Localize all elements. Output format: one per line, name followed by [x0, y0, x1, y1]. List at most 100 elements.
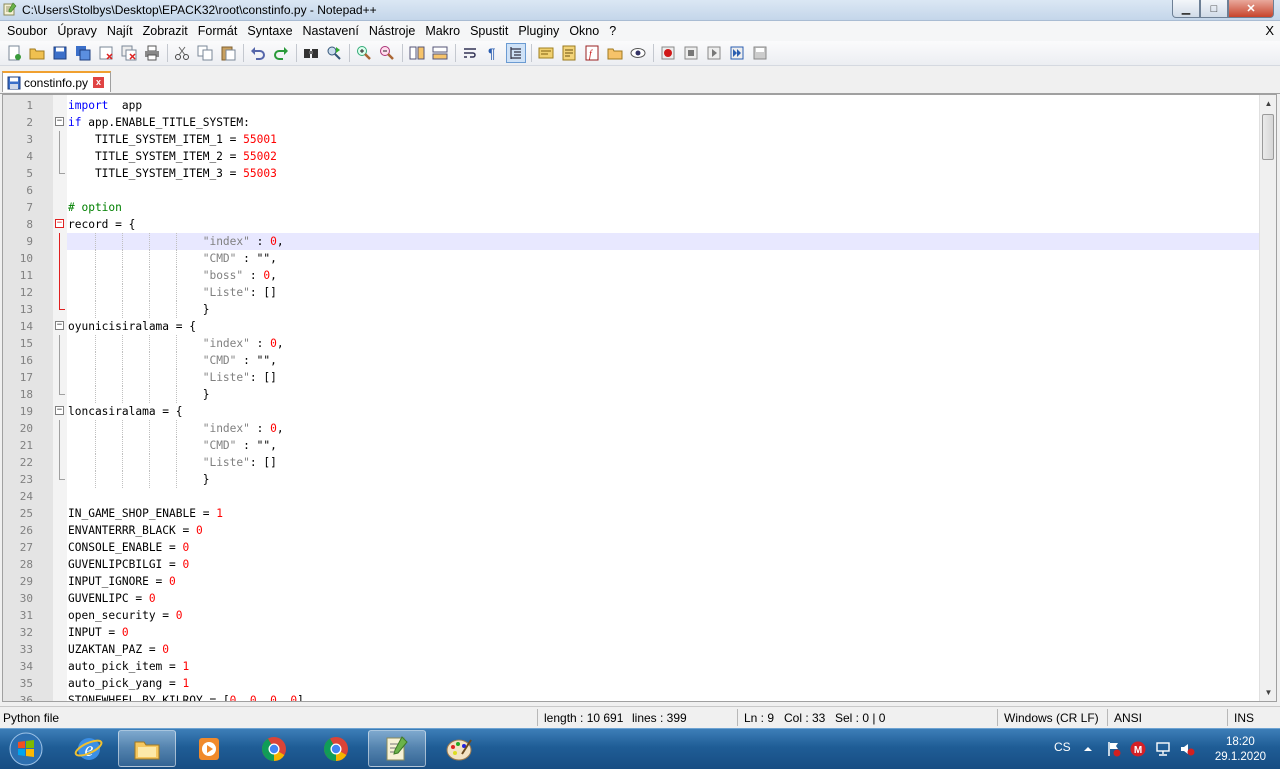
code-line[interactable]: 36 STONEWHEEL_BY_KILROY = [0, 0, 0, 0]	[3, 692, 1259, 701]
fold-toggle-icon[interactable]: −	[55, 219, 64, 228]
code-line[interactable]: 3 TITLE_SYSTEM_ITEM_1 = 55001	[3, 131, 1259, 148]
find-button[interactable]	[301, 43, 321, 63]
play-macro-button[interactable]	[704, 43, 724, 63]
menu-item-9[interactable]: Spustit	[465, 21, 513, 41]
cut-button[interactable]	[172, 43, 192, 63]
code-line[interactable]: 8 − record = {	[3, 216, 1259, 233]
copy-button[interactable]	[195, 43, 215, 63]
word-wrap-button[interactable]	[460, 43, 480, 63]
code-line[interactable]: 10 "CMD" : "",	[3, 250, 1259, 267]
zoom-in-button[interactable]	[354, 43, 374, 63]
antivirus-icon[interactable]: M	[1130, 741, 1146, 757]
close-button[interactable]: ✕	[1228, 0, 1274, 18]
code-line[interactable]: 33 UZAKTAN_PAZ = 0	[3, 641, 1259, 658]
fold-toggle-icon[interactable]: −	[55, 321, 64, 330]
network-icon[interactable]	[1155, 741, 1171, 757]
print-button[interactable]	[142, 43, 162, 63]
new-file-button[interactable]	[4, 43, 24, 63]
menu-item-5[interactable]: Syntaxe	[242, 21, 297, 41]
menu-item-8[interactable]: Makro	[420, 21, 465, 41]
menu-item-3[interactable]: Zobrazit	[138, 21, 193, 41]
function-list-button[interactable]: f	[582, 43, 602, 63]
taskbar-chrome-button[interactable]	[245, 730, 303, 767]
volume-muted-icon[interactable]	[1179, 741, 1195, 757]
taskbar-media-player-button[interactable]	[180, 730, 238, 767]
taskbar-internet-explorer-button[interactable]: e	[60, 730, 118, 767]
folder-workspace-button[interactable]	[605, 43, 625, 63]
code-line[interactable]: 9 "index" : 0,	[3, 233, 1259, 250]
menu-item-6[interactable]: Nastavení	[298, 21, 364, 41]
code-line[interactable]: 30 GUVENLIPC = 0	[3, 590, 1259, 607]
code-line[interactable]: 25 IN_GAME_SHOP_ENABLE = 1	[3, 505, 1259, 522]
menu-item-0[interactable]: Soubor	[2, 21, 52, 41]
code-line[interactable]: 11 "boss" : 0,	[3, 267, 1259, 284]
indent-guide-button[interactable]	[506, 43, 526, 63]
code-line[interactable]: 26 ENVANTERRR_BLACK = 0	[3, 522, 1259, 539]
maximize-button[interactable]: □	[1200, 0, 1228, 18]
open-file-button[interactable]	[27, 43, 47, 63]
menu-item-11[interactable]: Okno	[564, 21, 604, 41]
code-line[interactable]: 32 INPUT = 0	[3, 624, 1259, 641]
save-macro-button[interactable]	[750, 43, 770, 63]
start-button[interactable]	[2, 730, 50, 768]
code-editor[interactable]: 1 import app 2− if app.ENABLE_TITLE_SYSTEM:…	[2, 94, 1277, 702]
sync-horizontal-button[interactable]	[430, 43, 450, 63]
undo-button[interactable]	[248, 43, 268, 63]
menu-item-12[interactable]: ?	[604, 21, 621, 41]
code-line[interactable]: 1 import app	[3, 97, 1259, 114]
redo-button[interactable]	[271, 43, 291, 63]
tab-close-button[interactable]: x	[93, 77, 105, 88]
code-line[interactable]: 18 }	[3, 386, 1259, 403]
code-line[interactable]: 12 "Liste": []	[3, 284, 1259, 301]
code-line[interactable]: 14 − oyunicisiralama = {	[3, 318, 1259, 335]
taskbar-file-explorer-button[interactable]	[118, 730, 176, 767]
code-line[interactable]: 2 − if app.ENABLE_TITLE_SYSTEM:	[3, 114, 1259, 131]
code-line[interactable]: 4 TITLE_SYSTEM_ITEM_2 = 55002	[3, 148, 1259, 165]
code-line[interactable]: 15 "index" : 0,	[3, 335, 1259, 352]
menu-item-2[interactable]: Najít	[102, 21, 138, 41]
fold-toggle-icon[interactable]: −	[55, 117, 64, 126]
scrollbar-thumb[interactable]	[1262, 114, 1274, 160]
close-all-button[interactable]	[119, 43, 139, 63]
code-line[interactable]: 19 − loncasiralama = {	[3, 403, 1259, 420]
code-line[interactable]: 5 TITLE_SYSTEM_ITEM_3 = 55003	[3, 165, 1259, 182]
taskbar-paint-button[interactable]	[430, 730, 488, 767]
code-line[interactable]: 34 auto_pick_item = 1	[3, 658, 1259, 675]
zoom-out-button[interactable]	[377, 43, 397, 63]
title-bar[interactable]: C:\Users\Stolbys\Desktop\EPACK32\root\co…	[0, 0, 1280, 21]
system-clock[interactable]: 18:20 29.1.2020	[1215, 735, 1266, 765]
flag-alert-icon[interactable]	[1107, 741, 1121, 757]
code-line[interactable]: 7 # option	[3, 199, 1259, 216]
code-line[interactable]: 31 open_security = 0	[3, 607, 1259, 624]
menu-item-4[interactable]: Formát	[193, 21, 243, 41]
show-hidden-icons-icon[interactable]	[1083, 744, 1093, 754]
code-line[interactable]: 35 auto_pick_yang = 1	[3, 675, 1259, 692]
taskbar-notepadpp-button[interactable]	[368, 730, 426, 767]
minimize-button[interactable]: ▁	[1172, 0, 1200, 18]
code-line[interactable]: 28 GUVENLIPCBILGI = 0	[3, 556, 1259, 573]
language-indicator[interactable]: CS	[1054, 740, 1071, 754]
code-line[interactable]: 23 }	[3, 471, 1259, 488]
save-all-button[interactable]	[73, 43, 93, 63]
user-language-button[interactable]	[536, 43, 556, 63]
code-line[interactable]: 29 INPUT_IGNORE = 0	[3, 573, 1259, 590]
menu-item-1[interactable]: Úpravy	[52, 21, 102, 41]
code-line[interactable]: 22 "Liste": []	[3, 454, 1259, 471]
code-line[interactable]: 16 "CMD" : "",	[3, 352, 1259, 369]
code-line[interactable]: 20 "index" : 0,	[3, 420, 1259, 437]
record-macro-button[interactable]	[658, 43, 678, 63]
replace-button[interactable]	[324, 43, 344, 63]
menu-item-10[interactable]: Pluginy	[513, 21, 564, 41]
scroll-down-icon[interactable]: ▼	[1260, 684, 1276, 701]
tab-constinfo[interactable]: constinfo.py x	[2, 71, 112, 92]
taskbar-chrome-button[interactable]	[307, 730, 365, 767]
doc-map-button[interactable]	[559, 43, 579, 63]
paste-button[interactable]	[218, 43, 238, 63]
code-line[interactable]: 13 }	[3, 301, 1259, 318]
code-line[interactable]: 27 CONSOLE_ENABLE = 0	[3, 539, 1259, 556]
code-line[interactable]: 17 "Liste": []	[3, 369, 1259, 386]
code-line[interactable]: 6	[3, 182, 1259, 199]
menu-item-7[interactable]: Nástroje	[364, 21, 421, 41]
monitor-button[interactable]	[628, 43, 648, 63]
save-button[interactable]	[50, 43, 70, 63]
